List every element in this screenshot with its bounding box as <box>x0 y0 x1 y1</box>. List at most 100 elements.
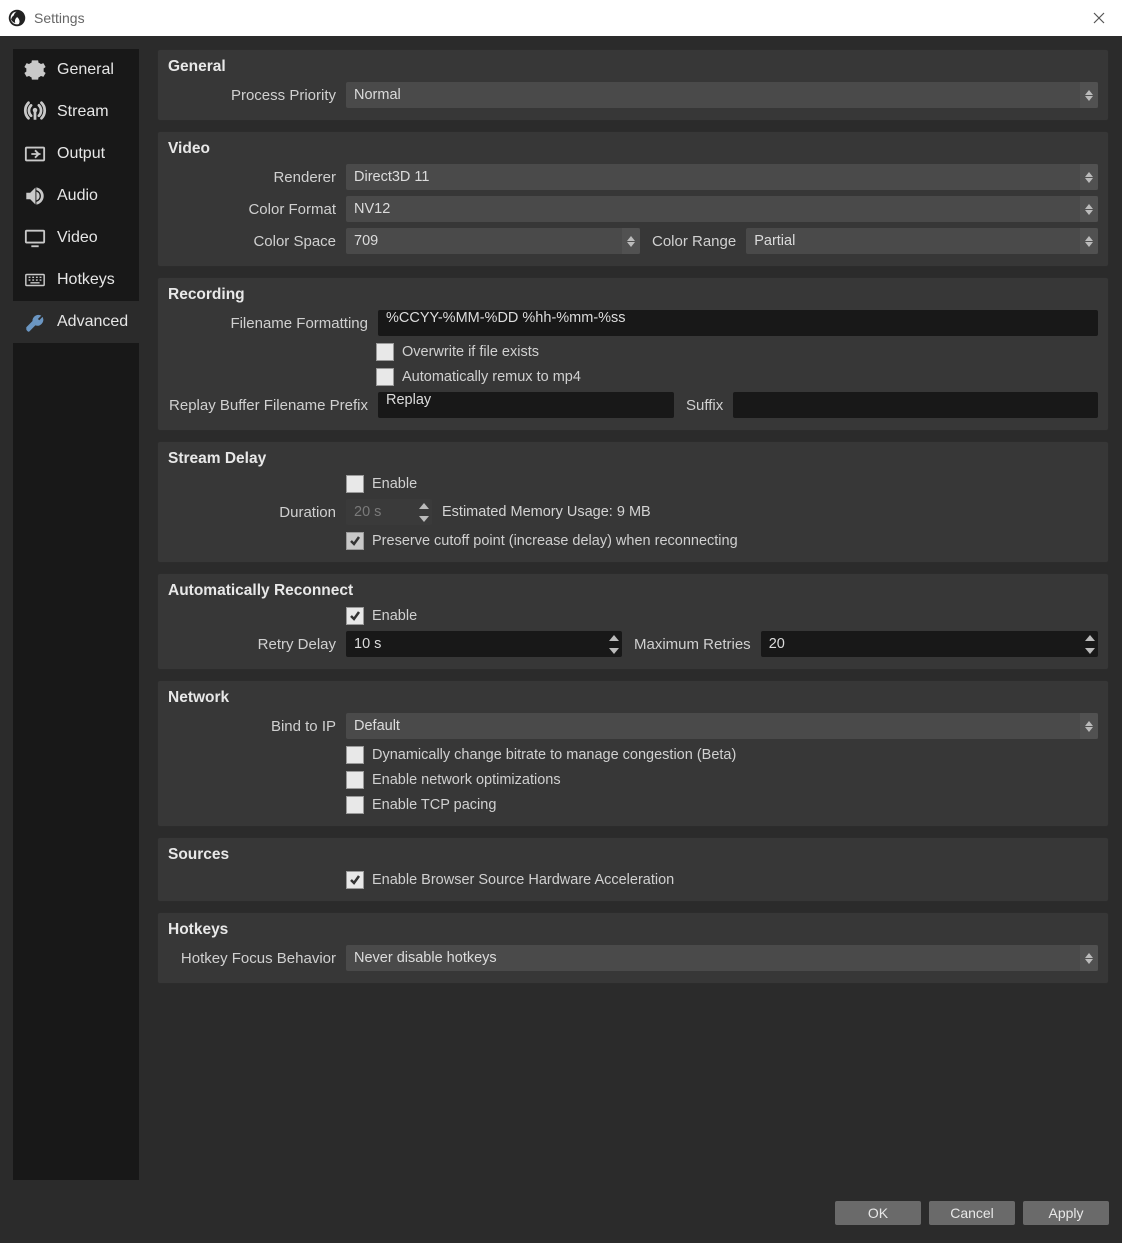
section-title: Hotkeys <box>168 921 1098 939</box>
prefix-label: Replay Buffer Filename Prefix <box>168 397 378 414</box>
section-video: Video Renderer Direct3D 11 Color Format … <box>157 131 1109 267</box>
chevron-updown-icon <box>1080 164 1098 190</box>
section-title: Recording <box>168 286 1098 304</box>
color-space-label: Color Space <box>168 233 346 250</box>
chevron-updown-icon <box>622 228 640 254</box>
process-priority-select[interactable]: Normal <box>346 82 1098 108</box>
obs-icon <box>8 9 26 27</box>
sidebar-item-label: Output <box>57 145 105 163</box>
spinner-icon <box>416 499 432 525</box>
section-title: Stream Delay <box>168 450 1098 468</box>
process-priority-label: Process Priority <box>168 87 346 104</box>
dynamic-bitrate-checkbox[interactable] <box>346 746 364 764</box>
tools-icon <box>21 311 49 333</box>
monitor-icon <box>21 227 49 249</box>
preserve-cutoff-label: Preserve cutoff point (increase delay) w… <box>372 533 738 549</box>
cancel-button[interactable]: Cancel <box>929 1201 1015 1225</box>
apply-button[interactable]: Apply <box>1023 1201 1109 1225</box>
dynamic-bitrate-label: Dynamically change bitrate to manage con… <box>372 747 736 763</box>
network-opt-checkbox[interactable] <box>346 771 364 789</box>
stream-delay-enable-checkbox[interactable] <box>346 475 364 493</box>
color-range-label: Color Range <box>652 233 746 250</box>
sidebar-item-general[interactable]: General <box>13 49 139 91</box>
section-network: Network Bind to IP Default Dynamically c… <box>157 680 1109 827</box>
network-opt-label: Enable network optimizations <box>372 772 561 788</box>
speaker-icon <box>21 185 49 207</box>
sidebar-item-audio[interactable]: Audio <box>13 175 139 217</box>
renderer-select[interactable]: Direct3D 11 <box>346 164 1098 190</box>
footer: OK Cancel Apply <box>0 1193 1122 1243</box>
sidebar-item-advanced[interactable]: Advanced <box>13 301 139 343</box>
spinner-icon <box>1082 631 1098 657</box>
tcp-pacing-checkbox[interactable] <box>346 796 364 814</box>
memory-usage-label: Estimated Memory Usage: 9 MB <box>442 504 651 520</box>
sidebar-item-video[interactable]: Video <box>13 217 139 259</box>
overwrite-label: Overwrite if file exists <box>402 344 539 360</box>
section-general: General Process Priority Normal <box>157 49 1109 121</box>
bind-ip-label: Bind to IP <box>168 718 346 735</box>
section-title: Video <box>168 140 1098 158</box>
chevron-updown-icon <box>1080 82 1098 108</box>
hotkey-focus-select[interactable]: Never disable hotkeys <box>346 945 1098 971</box>
stream-delay-enable-label: Enable <box>372 476 417 492</box>
section-sources: Sources Enable Browser Source Hardware A… <box>157 837 1109 902</box>
close-icon <box>1093 12 1105 24</box>
preserve-cutoff-checkbox <box>346 532 364 550</box>
section-stream-delay: Stream Delay Enable Duration 20 s Estima… <box>157 441 1109 563</box>
spinner-icon <box>606 631 622 657</box>
color-space-select[interactable]: 709 <box>346 228 640 254</box>
section-reconnect: Automatically Reconnect Enable Retry Del… <box>157 573 1109 670</box>
section-title: Sources <box>168 846 1098 864</box>
browser-hw-accel-checkbox[interactable] <box>346 871 364 889</box>
filename-formatting-input[interactable]: %CCYY-%MM-%DD %hh-%mm-%ss <box>378 310 1098 336</box>
sidebar: General Stream Output Audio Video Hotkey… <box>13 49 139 1180</box>
overwrite-checkbox[interactable] <box>376 343 394 361</box>
chevron-updown-icon <box>1080 713 1098 739</box>
color-range-select[interactable]: Partial <box>746 228 1098 254</box>
chevron-updown-icon <box>1080 945 1098 971</box>
section-title: Network <box>168 689 1098 707</box>
suffix-input[interactable] <box>733 392 1098 418</box>
sidebar-item-label: Advanced <box>57 313 128 331</box>
main-panel: General Process Priority Normal Video Re… <box>139 49 1109 1180</box>
ok-button[interactable]: OK <box>835 1201 921 1225</box>
reconnect-enable-label: Enable <box>372 608 417 624</box>
sidebar-item-label: General <box>57 61 114 79</box>
renderer-label: Renderer <box>168 169 346 186</box>
section-hotkeys: Hotkeys Hotkey Focus Behavior Never disa… <box>157 912 1109 984</box>
retry-delay-spinner[interactable]: 10 s <box>346 631 622 657</box>
max-retries-label: Maximum Retries <box>634 636 761 653</box>
color-format-select[interactable]: NV12 <box>346 196 1098 222</box>
sidebar-item-stream[interactable]: Stream <box>13 91 139 133</box>
sidebar-item-label: Hotkeys <box>57 271 115 289</box>
close-button[interactable] <box>1076 0 1122 36</box>
sidebar-item-hotkeys[interactable]: Hotkeys <box>13 259 139 301</box>
chevron-updown-icon <box>1080 228 1098 254</box>
filename-formatting-label: Filename Formatting <box>168 315 378 332</box>
section-title: General <box>168 58 1098 76</box>
reconnect-enable-checkbox[interactable] <box>346 607 364 625</box>
sidebar-item-label: Audio <box>57 187 98 205</box>
hotkey-focus-label: Hotkey Focus Behavior <box>168 950 346 967</box>
retry-delay-label: Retry Delay <box>168 636 346 653</box>
sidebar-item-output[interactable]: Output <box>13 133 139 175</box>
remux-checkbox[interactable] <box>376 368 394 386</box>
tcp-pacing-label: Enable TCP pacing <box>372 797 496 813</box>
prefix-input[interactable]: Replay <box>378 392 674 418</box>
browser-hw-accel-label: Enable Browser Source Hardware Accelerat… <box>372 872 674 888</box>
duration-spinner: 20 s <box>346 499 432 525</box>
suffix-label: Suffix <box>686 397 733 414</box>
sidebar-item-label: Video <box>57 229 98 247</box>
gear-icon <box>21 59 49 81</box>
chevron-updown-icon <box>1080 196 1098 222</box>
keyboard-icon <box>21 269 49 291</box>
bind-ip-select[interactable]: Default <box>346 713 1098 739</box>
output-icon <box>21 143 49 165</box>
section-recording: Recording Filename Formatting %CCYY-%MM-… <box>157 277 1109 431</box>
duration-label: Duration <box>168 504 346 521</box>
sidebar-item-label: Stream <box>57 103 109 121</box>
max-retries-spinner[interactable]: 20 <box>761 631 1098 657</box>
section-title: Automatically Reconnect <box>168 582 1098 600</box>
remux-label: Automatically remux to mp4 <box>402 369 581 385</box>
antenna-icon <box>21 101 49 123</box>
